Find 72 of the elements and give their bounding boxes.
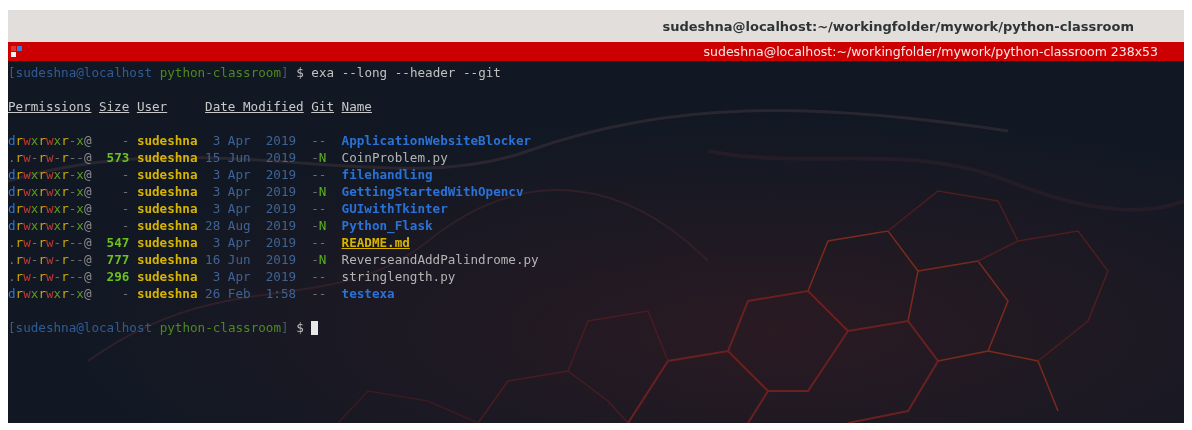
permissions-cell: .rw-rw-r--@ bbox=[8, 251, 92, 268]
git-status-cell: -- bbox=[311, 200, 327, 217]
file-name: CoinProblem.py bbox=[341, 149, 448, 166]
git-status-cell: -N bbox=[311, 251, 327, 268]
permissions-cell: drwxrwxr-x@ bbox=[8, 166, 92, 183]
user-cell: sudeshna bbox=[136, 285, 198, 302]
git-status-cell: -- bbox=[311, 234, 327, 251]
permissions-cell: drwxrwxr-x@ bbox=[8, 200, 92, 217]
date-cell: 16 Jun 2019 bbox=[205, 251, 297, 268]
permissions-cell: drwxrwxr-x@ bbox=[8, 285, 92, 302]
date-cell: 26 Feb 1:58 bbox=[205, 285, 297, 302]
user-cell: sudeshna bbox=[136, 183, 198, 200]
file-name: stringlength.py bbox=[341, 268, 456, 285]
permissions-cell: .rw-rw-r--@ bbox=[8, 268, 92, 285]
column-header: Permissions bbox=[8, 98, 92, 115]
user-cell: sudeshna bbox=[136, 166, 198, 183]
file-name: GettingStartedWithOpencv bbox=[341, 183, 524, 200]
git-status-cell: -N bbox=[311, 217, 327, 234]
user-cell: sudeshna bbox=[136, 149, 198, 166]
size-cell: - bbox=[121, 285, 130, 302]
squares-icon[interactable] bbox=[11, 46, 22, 57]
size-cell: 547 bbox=[106, 234, 130, 251]
git-status-cell: -- bbox=[311, 268, 327, 285]
size-cell: 296 bbox=[106, 268, 130, 285]
file-name: ApplicationWebsiteBlocker bbox=[341, 132, 532, 149]
git-status-cell: -N bbox=[311, 183, 327, 200]
permissions-cell: drwxrwxr-x@ bbox=[8, 132, 92, 149]
column-header: Name bbox=[341, 98, 372, 115]
git-status-cell: -- bbox=[311, 285, 327, 302]
column-header: Git bbox=[311, 98, 334, 115]
git-status-cell: -N bbox=[311, 149, 327, 166]
cursor bbox=[311, 320, 319, 335]
command-line: [sudeshna@localhost python-classroom] $ exa --long --header --git bbox=[8, 64, 501, 81]
column-header: User bbox=[136, 98, 168, 115]
date-cell: 3 Apr 2019 bbox=[212, 200, 297, 217]
window-title: sudeshna@localhost:~/workingfolder/mywork/python-classroom bbox=[662, 18, 1134, 34]
git-status-cell: -- bbox=[311, 166, 327, 183]
user-cell: sudeshna bbox=[136, 251, 198, 268]
file-name: ReverseandAddPalindrome.py bbox=[341, 251, 539, 268]
date-cell: 28 Aug 2019 bbox=[205, 217, 297, 234]
user-cell: sudeshna bbox=[136, 200, 198, 217]
date-cell: 3 Apr 2019 bbox=[212, 166, 297, 183]
permissions-cell: drwxrwxr-x@ bbox=[8, 183, 92, 200]
column-header: Date Modified bbox=[205, 98, 304, 115]
prompt: [sudeshna@localhost python-classroom] $ bbox=[8, 319, 305, 336]
date-cell: 3 Apr 2019 bbox=[212, 268, 297, 285]
size-cell: - bbox=[121, 166, 130, 183]
date-cell: 3 Apr 2019 bbox=[212, 132, 297, 149]
user-cell: sudeshna bbox=[136, 132, 198, 149]
terminal-title: sudeshna@localhost:~/workingfolder/mywork/python-classroom 238x53 bbox=[703, 44, 1158, 59]
size-cell: - bbox=[121, 183, 130, 200]
git-status-cell: -- bbox=[311, 132, 327, 149]
date-cell: 15 Jun 2019 bbox=[205, 149, 297, 166]
size-cell: - bbox=[121, 200, 130, 217]
file-name: testexa bbox=[341, 285, 395, 302]
user-cell: sudeshna bbox=[136, 234, 198, 251]
file-name: GUIwithTkinter bbox=[341, 200, 448, 217]
column-header: Size bbox=[98, 98, 130, 115]
size-cell: 573 bbox=[106, 149, 130, 166]
user-cell: sudeshna bbox=[136, 217, 198, 234]
size-cell: - bbox=[121, 217, 130, 234]
date-cell: 3 Apr 2019 bbox=[212, 183, 297, 200]
size-cell: - bbox=[121, 132, 130, 149]
date-cell: 3 Apr 2019 bbox=[212, 234, 297, 251]
file-name: README.md bbox=[341, 234, 410, 251]
permissions-cell: .rw-rw-r--@ bbox=[8, 149, 92, 166]
user-cell: sudeshna bbox=[136, 268, 198, 285]
size-cell: 777 bbox=[106, 251, 130, 268]
file-name: Python_Flask bbox=[341, 217, 433, 234]
permissions-cell: drwxrwxr-x@ bbox=[8, 217, 92, 234]
permissions-cell: .rw-rw-r--@ bbox=[8, 234, 92, 251]
file-name: filehandling bbox=[341, 166, 433, 183]
